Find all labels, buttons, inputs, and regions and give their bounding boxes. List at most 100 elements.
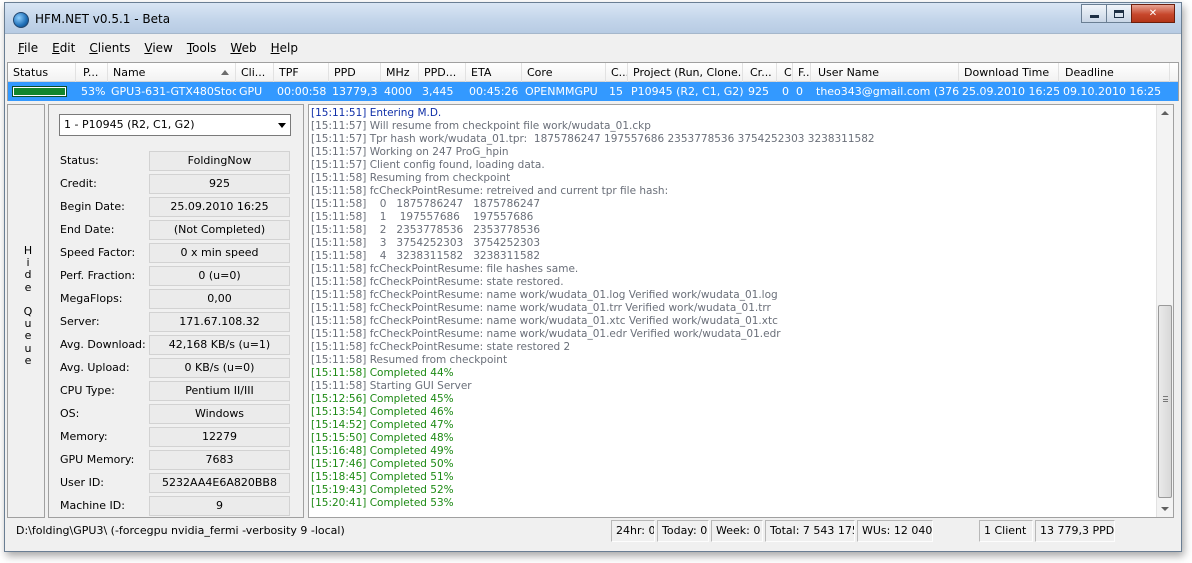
column-header-label: Core (527, 66, 553, 79)
status-path: D:\folding\GPU3\ (-forcegpu nvidia_fermi… (16, 524, 345, 537)
menu-mnemonic: H (270, 41, 280, 55)
menu-label-rest: iew (152, 41, 173, 55)
queue-field-label: User ID: (60, 476, 104, 489)
menu-mnemonic: W (230, 41, 242, 55)
column-header[interactable]: C (779, 63, 793, 82)
title-bar[interactable]: HFM.NET v0.5.1 - Beta ✕ (5, 3, 1181, 34)
menu-mnemonic: E (52, 41, 60, 55)
column-header[interactable]: Cli... (236, 63, 274, 82)
queue-field: User ID: 5232AA4E6A820BB8 (60, 473, 290, 493)
log-line: [15:14:52] Completed 47% (311, 419, 454, 431)
queue-field-label: End Date: (60, 223, 115, 236)
grid-header: Status P... Name Cli... TPF PPD MHz PPD... ETA Co… (8, 63, 1178, 82)
log-line: [15:11:58] 3 3754252303 3754252303 (311, 237, 541, 249)
main-window: HFM.NET v0.5.1 - Beta ✕ File Edit Clients V… (4, 2, 1182, 552)
queue-field-label: Avg. Upload: (60, 361, 130, 374)
column-header[interactable]: ETA (466, 63, 522, 82)
column-header-label: Status (13, 66, 49, 79)
queue-field-value: Pentium II/III (149, 381, 290, 401)
queue-field-value: 7683 (149, 450, 290, 470)
status-progress-bar (12, 86, 67, 97)
column-header[interactable]: Cr... (745, 63, 777, 82)
log-line: [15:19:43] Completed 52% (311, 484, 454, 496)
column-header[interactable]: Deadline (1060, 63, 1170, 82)
log-line: [15:11:58] fcCheckPointResume: state res… (311, 276, 564, 288)
log-line: [15:11:58] Resumed from checkpoint (311, 354, 508, 366)
cell-ppd-mhz: 3,445 (422, 85, 454, 98)
menu-web[interactable]: Web (223, 39, 263, 57)
hide-queue-letter: e (24, 329, 32, 343)
window-title: HFM.NET v0.5.1 - Beta (35, 12, 171, 26)
queue-field: Speed Factor: 0 x min speed (60, 243, 290, 263)
status-24hr: 24hr: 0 (611, 520, 655, 542)
column-header[interactable]: Download Time (959, 63, 1059, 82)
column-header-label: MHz (386, 66, 410, 79)
queue-field-label: Machine ID: (60, 499, 125, 512)
column-header[interactable]: Status (8, 63, 76, 82)
column-header[interactable]: C... (606, 63, 628, 82)
scroll-up-icon[interactable] (1161, 111, 1169, 115)
column-header[interactable]: PPD (329, 63, 381, 82)
column-header-label: Cr... (750, 66, 772, 79)
log-line: [15:11:58] Starting GUI Server (311, 380, 472, 392)
menu-edit[interactable]: Edit (45, 39, 82, 57)
menu-help[interactable]: Help (264, 39, 305, 57)
log-line: [15:11:58] 2 2353778536 2353778536 (311, 224, 541, 236)
log-line: [15:11:58] fcCheckPointResume: name work… (311, 315, 778, 327)
cell-cores: 15 (609, 85, 623, 98)
column-header[interactable]: PPD... (419, 63, 466, 82)
hide-queue-letter: e (24, 280, 32, 294)
close-button[interactable]: ✕ (1131, 4, 1175, 23)
grip-icon (1163, 396, 1168, 402)
queue-field: OS: Windows (60, 404, 290, 424)
hide-queue-button[interactable]: HideQueue (7, 104, 45, 518)
cell-eta: 00:45:26 (469, 85, 519, 98)
log-line: [15:18:45] Completed 51% (311, 471, 454, 483)
client-row[interactable]: 53% GPU3-631-GTX480Stock GPU 00:00:58 13… (8, 82, 1178, 101)
column-header-label: F.. (798, 66, 810, 79)
column-header[interactable]: Name (108, 63, 236, 82)
clients-grid: Status P... Name Cli... TPF PPD MHz PPD... ETA Co… (7, 62, 1179, 101)
queue-field: GPU Memory: 7683 (60, 450, 290, 470)
minimize-button[interactable] (1081, 4, 1107, 23)
queue-field: Avg. Upload: 0 KB/s (u=0) (60, 358, 290, 378)
log-line: [15:11:57] Client config found, loading … (311, 159, 545, 171)
scroll-thumb[interactable] (1158, 305, 1172, 498)
cell-project: P10945 (R2, C1, G2) (631, 85, 743, 98)
log-line: [15:11:58] 0 1875786247 1875786247 (311, 198, 541, 210)
column-header-label: User Name (818, 66, 880, 79)
column-header[interactable]: Project (Run, Clone... (628, 63, 743, 82)
menu-label-rest: elp (279, 41, 298, 55)
column-header[interactable]: Core (522, 63, 606, 82)
log-line: [15:11:57] Tpr hash work/wudata_01.tpr: … (311, 133, 875, 145)
menu-clients[interactable]: Clients (82, 39, 137, 57)
log-line: [15:15:50] Completed 48% (311, 432, 454, 444)
status-bar: D:\folding\GPU3\ (-forcegpu nvidia_fermi… (7, 520, 1179, 544)
scroll-down-icon[interactable] (1161, 507, 1169, 511)
queue-field-label: Credit: (60, 177, 97, 190)
log-viewer[interactable]: [15:11:51] Entering M.D. [15:11:57] Will … (308, 104, 1174, 518)
column-header[interactable]: MHz (381, 63, 419, 82)
log-vertical-scrollbar[interactable] (1156, 105, 1173, 517)
column-header-label: C... (611, 66, 628, 79)
queue-select[interactable]: 1 - P10945 (R2, C1, G2) (59, 114, 291, 136)
column-header[interactable]: F.. (793, 63, 811, 82)
menu-tools[interactable]: Tools (180, 39, 224, 57)
status-today: Today: 0 (657, 520, 709, 542)
maximize-button[interactable] (1106, 4, 1132, 23)
menu-bar: File Edit Clients View Tools Web Help (5, 37, 1181, 59)
column-header[interactable]: TPF (274, 63, 329, 82)
column-header[interactable]: User Name (813, 63, 959, 82)
cell-deadline: 09.10.2010 16:25 (1063, 85, 1162, 98)
queue-field: Memory: 12279 (60, 427, 290, 447)
queue-field: Server: 171.67.108.32 (60, 312, 290, 332)
queue-field-label: Status: (60, 154, 99, 167)
log-line: [15:11:57] Will resume from checkpoint f… (311, 120, 651, 132)
menu-view[interactable]: View (137, 39, 179, 57)
menu-file[interactable]: File (11, 39, 45, 57)
column-header[interactable]: P... (78, 63, 108, 82)
menu-label-rest: dit (59, 41, 76, 55)
queue-field-label: CPU Type: (60, 384, 115, 397)
column-header-label: PPD (334, 66, 356, 79)
queue-field-label: OS: (60, 407, 80, 420)
